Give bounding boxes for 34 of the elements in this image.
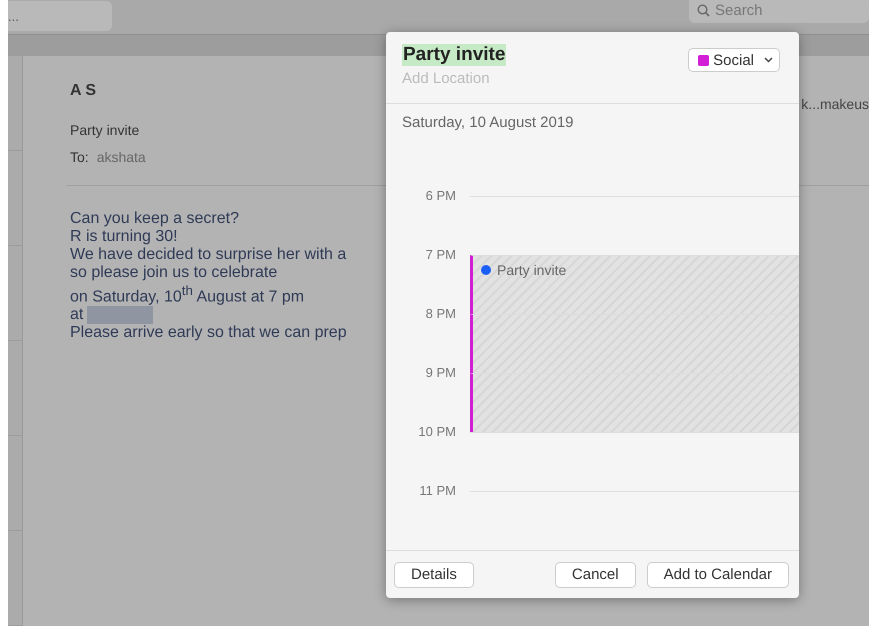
event-name: Party invite [497, 262, 566, 278]
to-label: To: [70, 149, 89, 165]
hour-label: 8 PM [424, 306, 457, 321]
sender-name: A S [70, 82, 96, 101]
caret-icon [764, 57, 773, 63]
toolbar-field[interactable]: ... [8, 1, 112, 32]
location-field[interactable]: Add Location [402, 70, 602, 87]
search-icon [697, 4, 710, 17]
event-block[interactable]: Party invite [470, 255, 799, 314]
event-block[interactable] [470, 314, 799, 373]
event-block[interactable] [470, 373, 799, 432]
body-line: so please join us to celebrate [70, 264, 278, 282]
dialog-button[interactable]: Add to Calendar [646, 562, 789, 588]
body-line: We have decided to surprise her with a [70, 246, 346, 264]
hour-label: 10 PM [417, 424, 457, 439]
event-date: Saturday, 10 August 2019 [402, 114, 574, 131]
event-title[interactable]: Party invite [402, 44, 506, 66]
dialog-button[interactable]: Cancel [554, 562, 636, 588]
hour-label: 9 PM [424, 365, 457, 380]
hour-label: 6 PM [424, 188, 457, 203]
side-text: k...makeus [801, 96, 869, 112]
hour-label: 11 PM [418, 483, 457, 498]
body-line: at [70, 306, 84, 324]
hour-label: 7 PM [424, 247, 457, 262]
body-line: Please arrive early so that we can prep [70, 324, 347, 342]
details-button[interactable]: Details [394, 562, 474, 588]
body-line: Can you keep a secret? [70, 210, 239, 228]
body-line: R is turning 30! [70, 228, 178, 246]
calendar-dropdown[interactable]: Social [688, 48, 780, 72]
subject: Party invite [70, 122, 140, 138]
body-line: on Saturday, 10$^{th}$ August at 7 pm [70, 282, 304, 306]
event-dot [481, 265, 491, 275]
redaction-bar [87, 306, 154, 324]
recipient: akshata [96, 149, 146, 165]
